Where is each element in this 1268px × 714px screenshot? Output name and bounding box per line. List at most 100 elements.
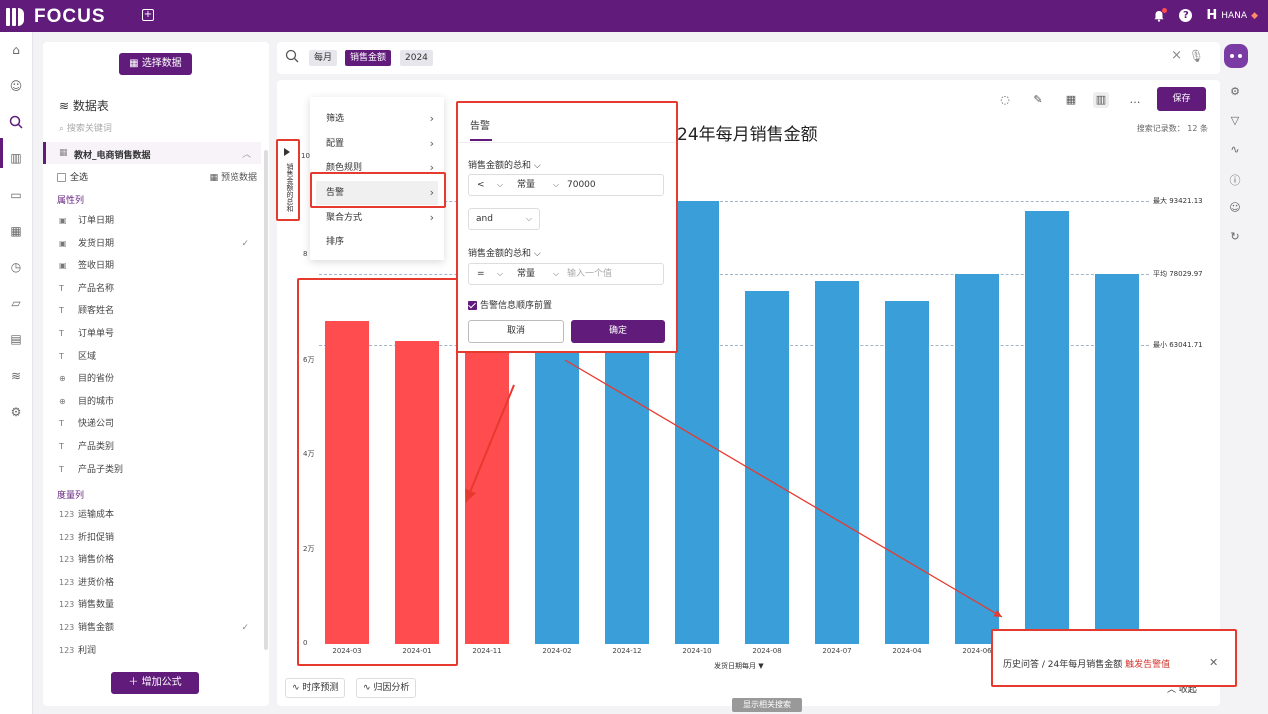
keyword-search-placeholder: 搜索关键词 (66, 124, 112, 134)
chart-bar[interactable] (745, 290, 789, 644)
alarm-tab[interactable]: 告警 (470, 117, 490, 132)
attribute-field[interactable]: T 订单单号 (59, 325, 255, 343)
threshold-input[interactable]: 70000 (567, 175, 596, 195)
database-icon[interactable]: ≋ (8, 368, 24, 384)
search-token[interactable]: 每月 (309, 50, 338, 66)
attribute-section-title: 属性列 (57, 196, 85, 206)
search-token[interactable]: 销售金额 (345, 50, 392, 66)
comment-icon[interactable]: ◌ (997, 92, 1013, 108)
field-label: 进货价格 (78, 577, 115, 588)
confirm-button[interactable]: 确定 (571, 320, 665, 343)
condition2-label[interactable]: 销售金额的总和 ⌵ (468, 246, 541, 259)
menu-item-sort[interactable]: 排序 (310, 230, 444, 254)
attribute-field[interactable]: T 产品子类别 (59, 461, 255, 479)
chart-bar[interactable] (1095, 274, 1139, 644)
add-formula-button[interactable]: ＋ 增加公式 (111, 672, 199, 694)
info-icon[interactable]: ⓘ (1228, 172, 1242, 187)
measure-field[interactable]: 123 销售数量 (59, 596, 255, 614)
clock-icon[interactable]: ◷ (8, 259, 24, 275)
chart-nav-icon[interactable]: ▥ (8, 150, 24, 166)
cause-analysis-button[interactable]: ∿ 归因分析 (356, 678, 417, 698)
attribute-field[interactable]: T 产品名称 (59, 280, 255, 298)
select-data-button[interactable]: ▦ 选择数据 (119, 53, 192, 75)
measure-vertical-tab[interactable]: 销售金额的总和 (276, 139, 300, 221)
preview-data-button[interactable]: ▦ 预览数据 (210, 170, 257, 183)
time-forecast-button[interactable]: ∿ 时序预测 (285, 678, 346, 698)
assistant-robot-icon[interactable] (1224, 44, 1248, 68)
table-view-icon[interactable]: ▦ (1063, 92, 1079, 108)
save-button[interactable]: 保存 (1157, 87, 1206, 111)
clipboard-icon[interactable]: ▤ (8, 331, 24, 347)
toast-path[interactable]: 历史问答 / 24年每月销售金额 (1003, 660, 1122, 670)
user-menu[interactable]: H HANA ◆ (1206, 8, 1258, 23)
settings-icon[interactable]: ⚙ (8, 404, 24, 420)
cancel-button[interactable]: 取消 (468, 320, 564, 343)
measure-field[interactable]: 123 销售价格 (59, 551, 255, 569)
operator-select[interactable]: < (477, 175, 485, 195)
home-icon[interactable]: ⌂ (8, 42, 24, 58)
new-tab-plus-icon[interactable]: + (142, 9, 154, 21)
menu-item-aggregation[interactable]: 聚合方式 › (310, 206, 444, 230)
measure-field[interactable]: 123 利润 (59, 642, 255, 660)
folder-icon[interactable]: ▱ (8, 295, 24, 311)
attribute-field[interactable]: T 产品类别 (59, 438, 255, 456)
bar-chart-icon[interactable]: ▥ (1093, 92, 1109, 108)
gear-icon[interactable]: ⚙ (1228, 85, 1242, 99)
operator-select[interactable]: = (477, 264, 485, 284)
attribute-field[interactable]: ⊕ 目的省份 (59, 370, 255, 388)
robot-icon[interactable]: ☺ (8, 78, 24, 94)
more-icon[interactable]: … (1127, 92, 1143, 108)
panel-scrollbar[interactable] (264, 150, 268, 650)
refresh-icon[interactable]: ↻ (1228, 230, 1242, 244)
close-icon[interactable]: ✕ (1209, 656, 1218, 669)
measure-field[interactable]: 123 销售金额 ✓ (59, 619, 255, 637)
alarm-bar[interactable] (465, 314, 509, 644)
menu-item-filter[interactable]: 筛选 › (310, 107, 444, 131)
trend-icon[interactable]: ∿ (1228, 143, 1242, 157)
attribute-field[interactable]: ⊕ 目的城市 (59, 393, 255, 411)
app-logo[interactable]: FOCUS (6, 6, 106, 28)
select-all-checkbox[interactable]: 全选 (57, 173, 88, 183)
menu-item-config[interactable]: 配置 › (310, 132, 444, 156)
preview-data-label: 预览数据 (220, 173, 257, 183)
logic-select[interactable]: and ⌵ (468, 208, 540, 230)
chart-bar[interactable] (1025, 210, 1069, 644)
chevron-up-icon[interactable]: ︿ (242, 147, 251, 160)
text-icon: T (59, 442, 64, 451)
dashboard-icon[interactable]: ▭ (8, 187, 24, 203)
keyword-search[interactable]: ⌕ 搜索关键词 (59, 121, 112, 134)
pin-icon[interactable]: ✎ (1030, 92, 1046, 108)
filter-icon[interactable]: ▽ (1228, 114, 1242, 128)
measure-field[interactable]: 123 运输成本 (59, 506, 255, 524)
attribute-field[interactable]: T 区域 (59, 348, 255, 366)
help-icon[interactable]: ? (1179, 9, 1193, 22)
search-bar[interactable]: 每月 销售金额 2024 × 🎙 (277, 42, 1220, 74)
bot-icon[interactable]: ☺ (1228, 201, 1242, 215)
clear-search-icon[interactable]: × (1171, 48, 1182, 63)
condition1-label[interactable]: 销售金额的总和 ⌵ (468, 158, 541, 171)
measure-field[interactable]: 123 折扣促销 (59, 529, 255, 547)
table-nav-icon[interactable]: ▦ (8, 223, 24, 239)
search-nav-icon[interactable] (8, 115, 24, 131)
attribute-field[interactable]: T 顾客姓名 (59, 302, 255, 320)
attribute-field[interactable]: ▣ 订单日期 (59, 212, 255, 230)
attribute-field[interactable]: ▣ 签收日期 (59, 257, 255, 275)
bell-icon[interactable] (1153, 7, 1168, 22)
data-source-row[interactable]: ▦ 教材_电商销售数据 ︿ (43, 142, 261, 164)
measure-field[interactable]: 123 进货价格 (59, 574, 255, 592)
value-type-select[interactable]: 常量 (517, 175, 535, 195)
value-input[interactable]: 输入一个值 (567, 264, 612, 284)
chart-bar[interactable] (675, 201, 719, 644)
x-axis-label[interactable]: 发货日期每月 ▼ (714, 661, 764, 671)
chart-bar[interactable] (955, 274, 999, 644)
related-search-button[interactable]: 显示相关搜索 (732, 698, 802, 712)
chart-bar[interactable] (885, 300, 929, 644)
microphone-icon[interactable]: 🎙 (1189, 49, 1204, 63)
chart-bar[interactable] (815, 281, 859, 644)
alarm-priority-checkbox[interactable]: 告警信息顺序前置 (468, 298, 552, 311)
value-type-select[interactable]: 常量 (517, 264, 535, 284)
search-token[interactable]: 2024 (400, 50, 433, 66)
attribute-field[interactable]: ▣ 发货日期 ✓ (59, 235, 255, 253)
field-label: 产品类别 (78, 442, 115, 452)
attribute-field[interactable]: T 快递公司 (59, 415, 255, 433)
